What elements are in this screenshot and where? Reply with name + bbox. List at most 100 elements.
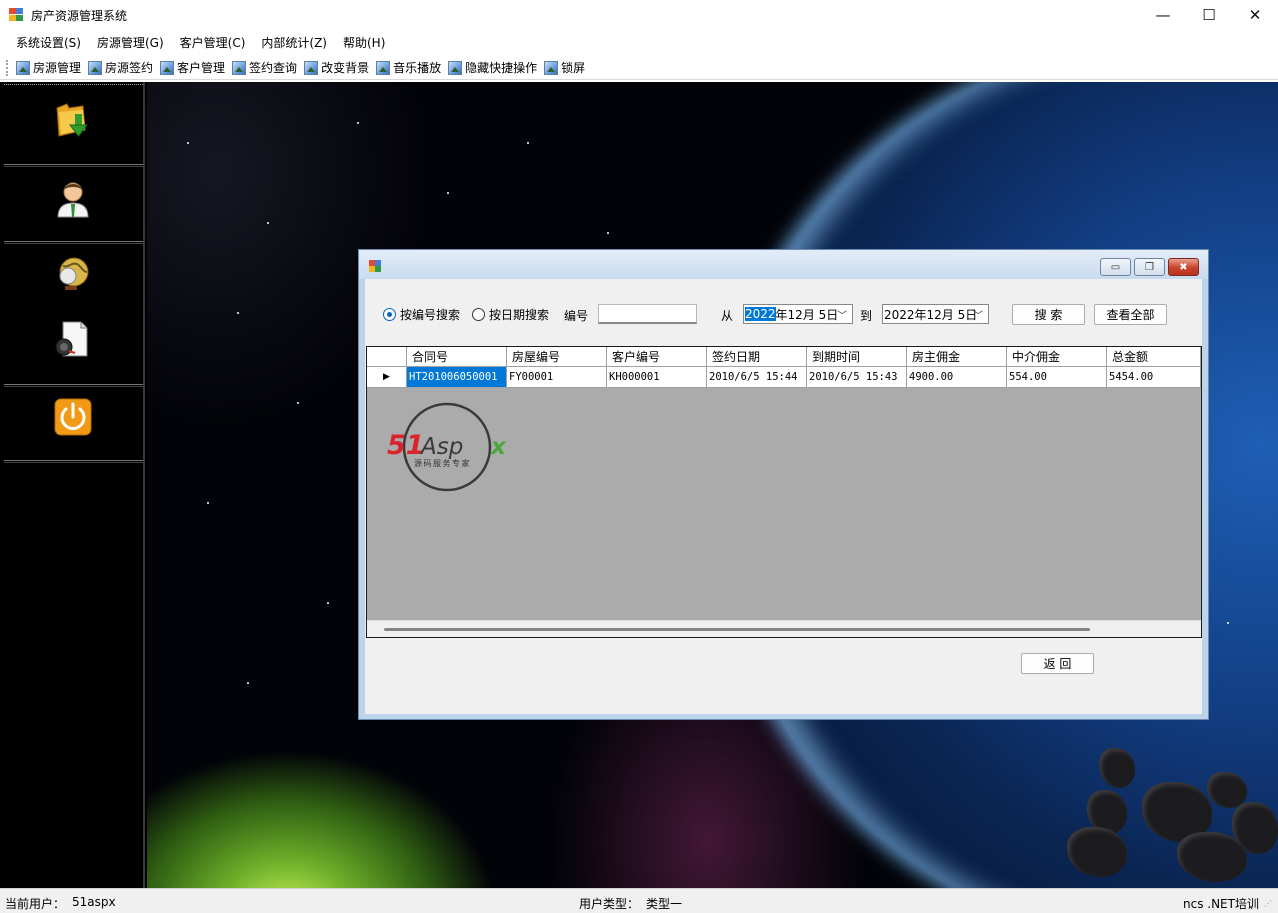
column-header[interactable]: 客户编号 [607, 347, 707, 366]
from-label: 从 [721, 309, 734, 323]
tool-label: 音乐播放 [393, 61, 442, 75]
star [267, 222, 269, 224]
view-all-button[interactable]: 查看全部 [1094, 304, 1167, 325]
user-icon[interactable] [53, 178, 93, 218]
resize-grip-icon[interactable]: ⋰ [1264, 899, 1272, 908]
tool-label: 客户管理 [177, 61, 226, 75]
table-cell[interactable]: 4900.00 [907, 367, 1007, 388]
table-cell[interactable]: HT201006050001 [407, 367, 507, 388]
menu-system-settings[interactable]: 系统设置(S) [8, 32, 89, 54]
star [207, 502, 209, 504]
column-header[interactable]: 签约日期 [707, 347, 807, 366]
menu-property-management[interactable]: 房源管理(G) [89, 32, 172, 54]
from-date-picker[interactable]: 2022 年12月 5日 ﹀ [743, 304, 853, 324]
tool-property-contract[interactable]: 房源签约 [85, 57, 157, 79]
tool-hide-shortcuts[interactable]: 隐藏快捷操作 [445, 57, 541, 79]
column-header[interactable]: 到期时间 [807, 347, 907, 366]
horizontal-scrollbar[interactable] [367, 620, 1201, 637]
scrollbar-thumb[interactable] [384, 628, 1090, 631]
chevron-down-icon[interactable]: ﹀ [837, 307, 847, 322]
table-cell[interactable]: KH000001 [607, 367, 707, 388]
tool-property-management[interactable]: 房源管理 [13, 57, 85, 79]
globe-icon[interactable] [53, 254, 93, 294]
dialog-app-icon [369, 260, 382, 273]
toolstrip-grip[interactable] [6, 59, 9, 76]
sidebar-top-border [4, 84, 143, 85]
dialog-restore-button[interactable]: ❐ [1134, 258, 1165, 276]
dialog-body: 按编号搜索 按日期搜索 编号 从 2022 年12月 5日 ﹀ 到 2022年12… [365, 279, 1202, 714]
image-icon [304, 60, 319, 75]
star [247, 682, 249, 684]
power-icon[interactable] [53, 397, 93, 437]
star [357, 122, 359, 124]
back-button[interactable]: 返 回 [1021, 653, 1094, 674]
star [327, 602, 329, 604]
tool-label: 锁屏 [561, 61, 586, 75]
to-date-picker[interactable]: 2022年12月 5日 ﹀ [882, 304, 989, 324]
chevron-down-icon[interactable]: ﹀ [973, 307, 983, 322]
dialog-title-bar[interactable]: ▭ ❐ ✖ [359, 250, 1208, 279]
footer-text: ncs .NET培训 [1183, 897, 1259, 911]
close-button[interactable]: ✕ [1232, 0, 1278, 30]
search-button[interactable]: 搜 索 [1012, 304, 1085, 325]
maximize-button[interactable]: ☐ [1186, 0, 1232, 30]
document-search-icon[interactable] [53, 320, 93, 360]
image-icon [376, 60, 391, 75]
star [447, 192, 449, 194]
to-label: 到 [860, 309, 873, 323]
search-by-date-label: 按日期搜索 [489, 308, 550, 322]
watermark-logo: 51 Asp x 源码服务专家 [387, 402, 507, 492]
tool-label: 签约查询 [249, 61, 298, 75]
column-header[interactable]: 总金额 [1107, 347, 1201, 366]
tool-lock-screen[interactable]: 锁屏 [541, 57, 589, 79]
menu-help[interactable]: 帮助(H) [335, 32, 393, 54]
svg-text:Asp: Asp [419, 434, 463, 460]
from-date-selected-part: 2022 [745, 307, 776, 321]
table-cell[interactable]: 2010/6/5 15:43 [807, 367, 907, 388]
column-header[interactable]: 房主佣金 [907, 347, 1007, 366]
contract-id-input[interactable] [598, 304, 697, 324]
image-icon [160, 60, 175, 75]
tool-music-play[interactable]: 音乐播放 [373, 57, 445, 79]
column-header[interactable]: 合同号 [407, 347, 507, 366]
user-type-value: 类型一 [646, 897, 683, 911]
table-cell[interactable]: 5454.00 [1107, 367, 1201, 388]
tool-strip: 房源管理 房源签约 客户管理 签约查询 改变背景 音乐播放 隐藏快捷操作 锁屏 [0, 56, 1278, 80]
column-header[interactable]: 房屋编号 [507, 347, 607, 366]
dialog-minimize-button[interactable]: ▭ [1100, 258, 1131, 276]
to-date-value: 2022年12月 5日 [884, 307, 978, 322]
tool-label: 隐藏快捷操作 [465, 61, 538, 75]
contract-grid[interactable]: 合同号 房屋编号 客户编号 签约日期 到期时间 房主佣金 中介佣金 总金额 ▶ … [366, 346, 1202, 638]
tool-label: 房源签约 [105, 61, 154, 75]
from-date-rest: 年12月 5日 [775, 307, 839, 322]
column-header[interactable]: 中介佣金 [1007, 347, 1107, 366]
folder-download-icon[interactable] [53, 100, 93, 140]
id-label: 编号 [564, 309, 589, 323]
star [297, 402, 299, 404]
menu-internal-statistics[interactable]: 内部统计(Z) [253, 32, 335, 54]
menu-customer-management[interactable]: 客户管理(C) [172, 32, 254, 54]
tool-contract-query[interactable]: 签约查询 [229, 57, 301, 79]
table-cell[interactable]: 554.00 [1007, 367, 1107, 388]
search-by-id-label: 按编号搜索 [400, 308, 461, 322]
dialog-close-button[interactable]: ✖ [1168, 258, 1199, 276]
tool-label: 改变背景 [321, 61, 370, 75]
shortcut-sidebar [2, 82, 145, 888]
tool-label: 房源管理 [33, 61, 82, 75]
minimize-button[interactable]: — [1140, 0, 1186, 30]
image-icon [16, 60, 30, 75]
tool-change-background[interactable]: 改变背景 [301, 57, 373, 79]
table-cell[interactable]: FY00001 [507, 367, 607, 388]
tool-customer-management[interactable]: 客户管理 [157, 57, 229, 79]
image-icon [448, 60, 463, 75]
star [237, 312, 239, 314]
grid-header-row: 合同号 房屋编号 客户编号 签约日期 到期时间 房主佣金 中介佣金 总金额 [367, 347, 1201, 367]
svg-text:51: 51 [387, 430, 425, 461]
search-by-date-radio[interactable]: 按日期搜索 [472, 306, 549, 323]
sidebar-separator [4, 384, 143, 387]
row-marker-icon[interactable]: ▶ [367, 367, 407, 388]
contract-query-dialog: ▭ ❐ ✖ 按编号搜索 按日期搜索 编号 从 2022 年12月 5日 ﹀ 到 2… [358, 249, 1209, 720]
search-by-id-radio[interactable]: 按编号搜索 [383, 306, 460, 323]
table-cell[interactable]: 2010/6/5 15:44 [707, 367, 807, 388]
table-row[interactable]: ▶ HT201006050001 FY00001 KH000001 2010/6… [367, 367, 1201, 388]
